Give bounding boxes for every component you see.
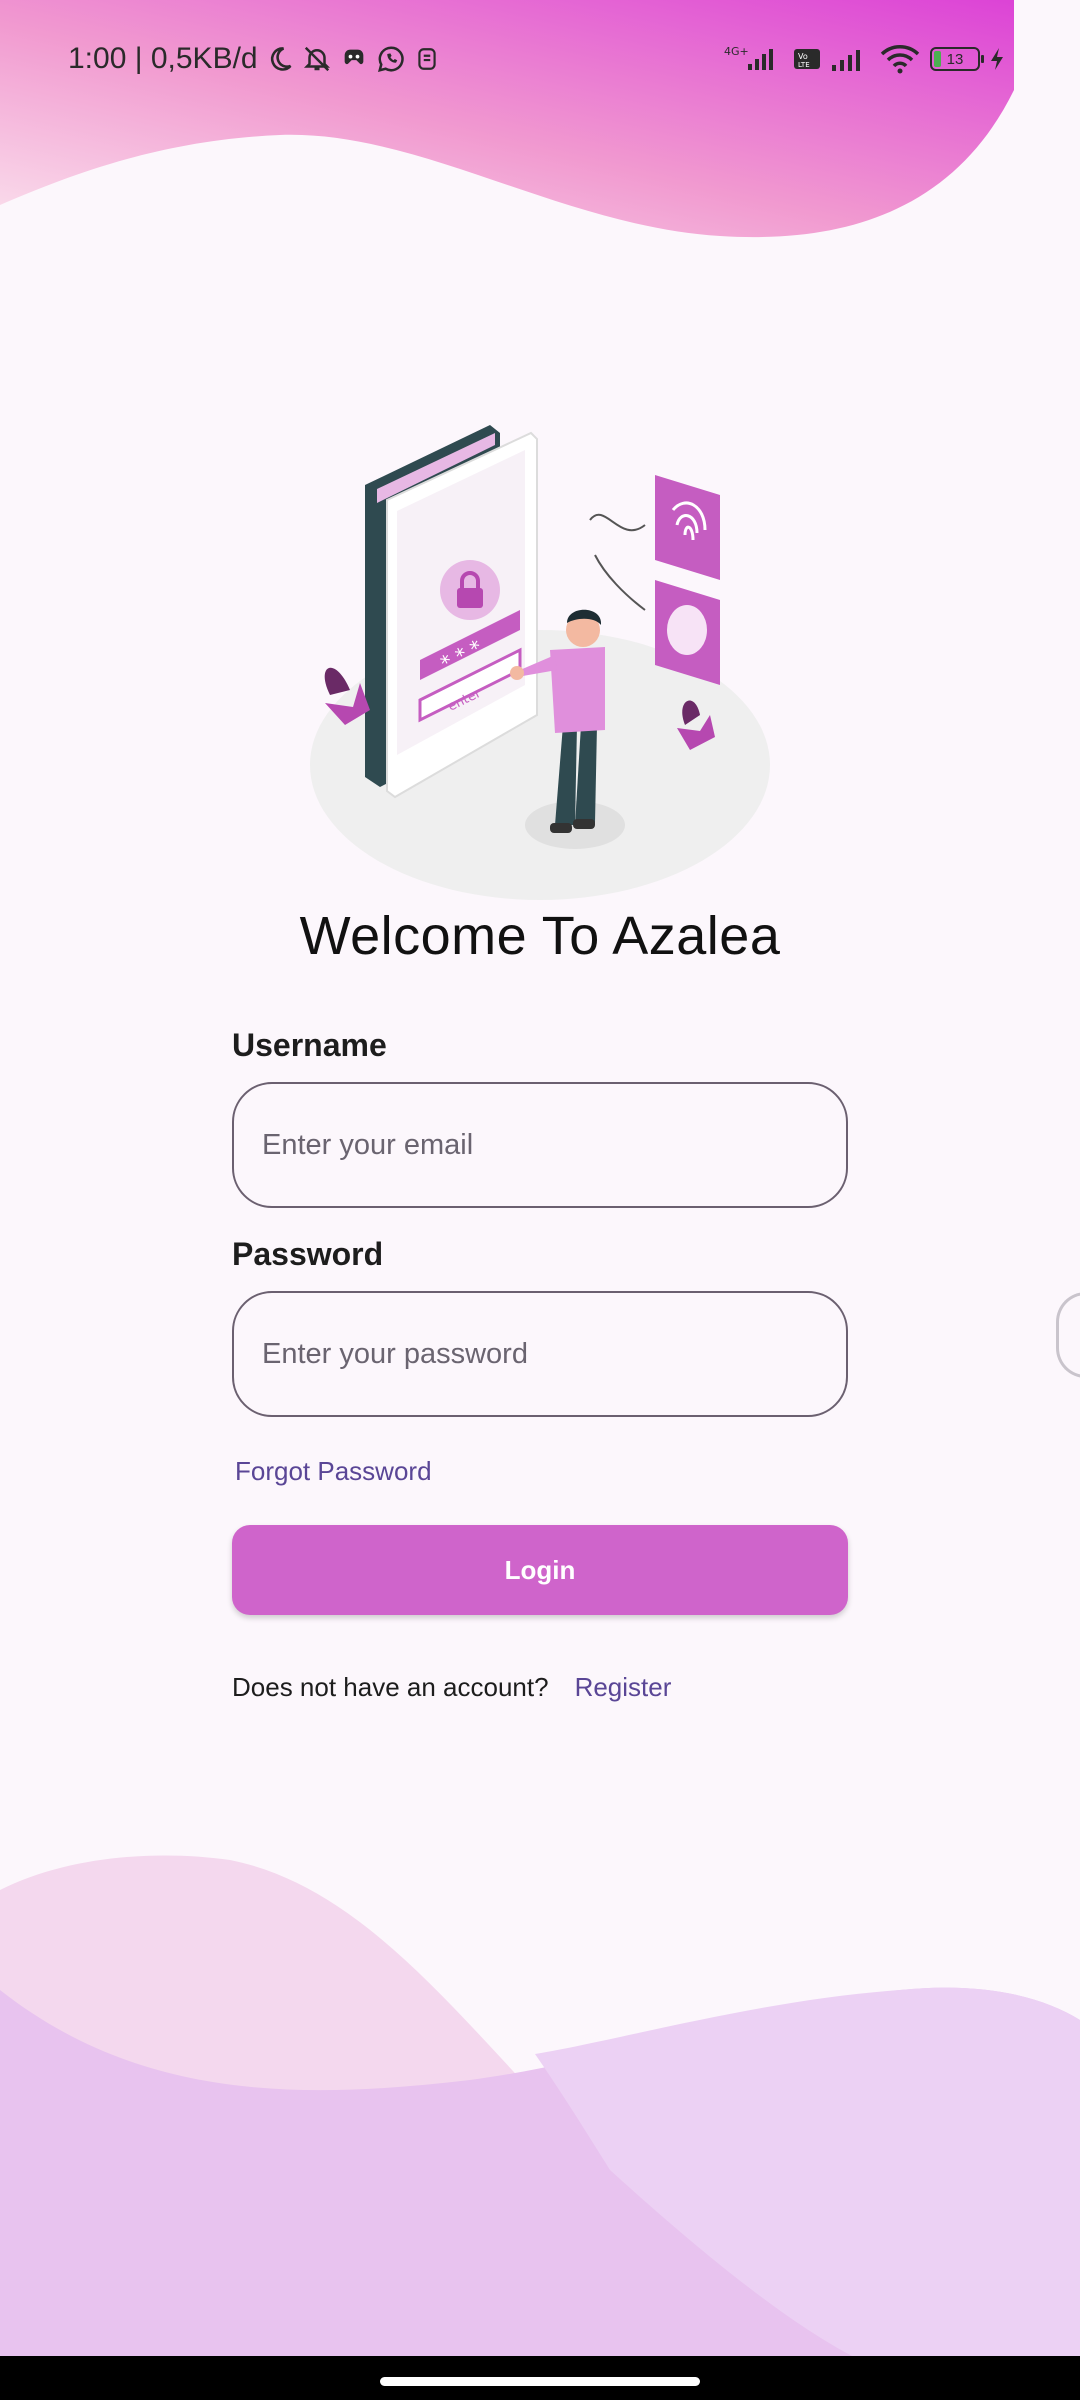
svg-text:Vo: Vo xyxy=(798,52,808,61)
password-label: Password xyxy=(232,1236,384,1272)
no-account-text: Does not have an account? xyxy=(232,1672,549,1702)
home-indicator[interactable] xyxy=(380,2377,700,2386)
register-link[interactable]: Register xyxy=(575,1672,672,1703)
moon-icon xyxy=(266,45,294,73)
register-row: Does not have an account? Register xyxy=(232,1672,671,1703)
battery-icon: 13 xyxy=(930,47,984,71)
signal-4g-icon: 4G+ xyxy=(724,44,784,74)
volte-icon: Vo LTE xyxy=(794,47,820,71)
app-notification-icon xyxy=(414,46,440,72)
username-field[interactable] xyxy=(232,1082,848,1208)
login-illustration: * * * enter xyxy=(310,425,770,900)
status-left-group: 1:00 | 0,5KB/d xyxy=(68,42,440,76)
battery-fill xyxy=(934,51,941,67)
status-time: 1:00 | 0,5KB/d xyxy=(68,42,258,75)
status-right-group: 4G+ Vo LTE 13 xyxy=(724,44,1004,74)
signal-bars-icon xyxy=(830,45,870,73)
game-icon xyxy=(340,45,368,73)
whatsapp-icon xyxy=(376,44,406,74)
page-title: Welcome To Azalea xyxy=(299,906,781,966)
charging-bolt-icon xyxy=(990,47,1004,71)
edge-gesture-handle[interactable] xyxy=(1056,1292,1080,1378)
wifi-icon xyxy=(880,44,920,74)
svg-text:LTE: LTE xyxy=(798,61,810,69)
muted-bell-icon xyxy=(302,44,332,74)
username-label: Username xyxy=(232,1027,387,1063)
login-button[interactable]: Login xyxy=(232,1525,848,1615)
forgot-password-link[interactable]: Forgot Password xyxy=(235,1456,432,1487)
username-input[interactable] xyxy=(260,1127,846,1163)
battery-level: 13 xyxy=(946,50,964,68)
svg-text:4G+: 4G+ xyxy=(724,45,749,58)
password-input[interactable] xyxy=(260,1336,846,1372)
bottom-wave-decoration xyxy=(0,1855,1080,2360)
password-field[interactable] xyxy=(232,1291,848,1417)
status-bar: 1:00 | 0,5KB/d 4G+ Vo LTE 13 xyxy=(0,0,1014,118)
